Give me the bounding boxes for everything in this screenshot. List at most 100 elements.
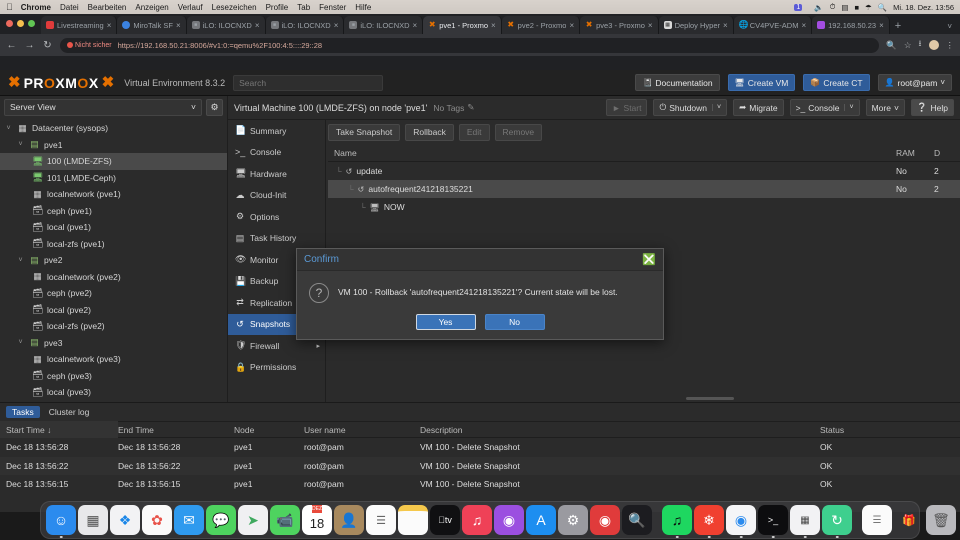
contacts-icon[interactable]: 👤 bbox=[334, 505, 364, 535]
tab-close-icon[interactable]: × bbox=[413, 21, 418, 30]
system-settings-icon[interactable]: ⚙ bbox=[558, 505, 588, 535]
snapshot-row-autofrequent[interactable]: └ ↺ autofrequent241218135221 No 2 bbox=[328, 180, 960, 198]
browser-tab-active[interactable]: ✖ pve1 - Proxmo × bbox=[423, 16, 502, 34]
tab-close-icon[interactable]: × bbox=[176, 21, 181, 30]
create-vm-button[interactable]: 🖥 Create VM bbox=[727, 74, 796, 91]
remove-button[interactable]: Remove bbox=[494, 123, 543, 141]
proxmox-logo[interactable]: ✖ PROXMOX ✖ bbox=[8, 75, 114, 91]
maximize-window-button[interactable] bbox=[28, 19, 35, 27]
tree-item-vm-100[interactable]: 🖥 100 (LMDE-ZFS) bbox=[0, 153, 227, 170]
reminders-icon[interactable]: ☰ bbox=[366, 505, 396, 535]
menubar-item-chrome[interactable]: Chrome bbox=[21, 3, 51, 12]
browser-tab[interactable]: Livestreaming × bbox=[41, 16, 118, 34]
column-header-node[interactable]: Node bbox=[234, 425, 304, 435]
chevron-down-icon[interactable]: ˅ bbox=[844, 104, 854, 111]
menubar-item-datei[interactable]: Datei bbox=[60, 3, 79, 12]
tree-item-local-pve3[interactable]: 🗃 local (pve3) bbox=[0, 384, 227, 401]
keychain-icon[interactable]: ◉ bbox=[590, 505, 620, 535]
vm-menu-item-task-history[interactable]: ▤ Task History bbox=[228, 228, 325, 250]
vm-menu-item-permissions[interactable]: 🔒 Permissions bbox=[228, 357, 325, 379]
vm-menu-item-options[interactable]: ⚙ Options bbox=[228, 206, 325, 228]
tree-item-pve2[interactable]: ˅ ▤ pve2 bbox=[0, 252, 227, 269]
safari-icon[interactable]: ❖ bbox=[110, 505, 140, 535]
column-header-start-time[interactable]: Start Time ↓ bbox=[0, 421, 118, 438]
tab-close-icon[interactable]: × bbox=[334, 21, 339, 30]
task-row[interactable]: Dec 18 13:56:22 Dec 18 13:56:22 pve1 roo… bbox=[0, 456, 960, 475]
tree-item-local-pve1[interactable]: 🗃 local (pve1) bbox=[0, 219, 227, 236]
back-button[interactable]: ← bbox=[6, 40, 17, 51]
photos-icon[interactable]: ✿ bbox=[142, 505, 172, 535]
wifi-icon[interactable]: ☂ bbox=[865, 3, 872, 12]
menubar-item-anzeigen[interactable]: Anzeigen bbox=[135, 3, 168, 12]
stack-icon[interactable]: 🎁 bbox=[894, 505, 924, 535]
profile-avatar[interactable] bbox=[928, 40, 939, 50]
tab-close-icon[interactable]: × bbox=[723, 21, 728, 30]
launchpad-icon[interactable]: ▦ bbox=[78, 505, 108, 535]
calculator-icon[interactable]: ▦ bbox=[790, 505, 820, 538]
tab-close-icon[interactable]: × bbox=[107, 21, 112, 30]
tab-close-icon[interactable]: × bbox=[569, 21, 574, 30]
security-badge[interactable]: Nicht sicher bbox=[67, 42, 112, 49]
close-icon[interactable]: ❎ bbox=[642, 253, 656, 266]
column-header-name[interactable]: Name bbox=[328, 148, 896, 158]
screen-mirroring-icon[interactable]: 1 bbox=[794, 3, 803, 11]
tree-item-local-zfs-pve2[interactable]: 🗃 local-zfs (pve2) bbox=[0, 318, 227, 335]
browser-tab[interactable]: ✖ pve3 - Proxmo × bbox=[580, 16, 659, 34]
vlc-icon[interactable]: ❄ bbox=[694, 505, 724, 538]
terminal-icon[interactable]: >_ bbox=[758, 505, 788, 538]
create-ct-button[interactable]: 📦 Create CT bbox=[803, 74, 870, 91]
trash-icon[interactable]: 🗑 bbox=[926, 505, 956, 535]
messages-icon[interactable]: 💬 bbox=[206, 505, 236, 535]
maps-icon[interactable]: ➤ bbox=[238, 505, 268, 535]
facetime-icon[interactable]: 📹 bbox=[270, 505, 300, 535]
horizontal-scrollbar[interactable] bbox=[686, 397, 734, 400]
tree-item-ceph-pve1[interactable]: 🗃 ceph (pve1) bbox=[0, 203, 227, 220]
column-header-status[interactable]: Status bbox=[820, 425, 960, 435]
task-row[interactable]: Dec 18 13:56:28 Dec 18 13:56:28 pve1 roo… bbox=[0, 438, 960, 457]
tab-close-icon[interactable]: × bbox=[879, 21, 884, 30]
menubar-item-tab[interactable]: Tab bbox=[297, 3, 310, 12]
close-window-button[interactable] bbox=[6, 19, 13, 27]
twisty-icon[interactable]: ˅ bbox=[16, 141, 25, 148]
spotlight-icon[interactable]: 🔍 bbox=[622, 505, 652, 535]
help-button[interactable]: ❔ Help bbox=[910, 99, 954, 116]
browser-tab[interactable]: ■ iLO: ILOCNXD × bbox=[265, 16, 345, 34]
snapshot-row-update[interactable]: └ ↺ update No 2 bbox=[328, 162, 960, 180]
music-icon[interactable]: ♫ bbox=[462, 505, 492, 535]
menubar-item-lesezeichen[interactable]: Lesezeichen bbox=[212, 3, 257, 12]
battery-icon[interactable]: ■ bbox=[855, 3, 860, 12]
menubar-item-profile[interactable]: Profile bbox=[266, 3, 289, 12]
tree-item-pve3[interactable]: ˅ ▤ pve3 bbox=[0, 335, 227, 352]
reload-button[interactable]: ↻ bbox=[42, 40, 53, 51]
tab-close-icon[interactable]: × bbox=[255, 21, 260, 30]
menubar-item-hilfe[interactable]: Hilfe bbox=[355, 3, 371, 12]
column-header-description[interactable]: Description bbox=[420, 425, 820, 435]
shutdown-button[interactable]: ⏻ Shutdown ˅ bbox=[653, 99, 728, 116]
tab-close-icon[interactable]: × bbox=[801, 21, 806, 30]
migrate-button[interactable]: ➦ Migrate bbox=[733, 99, 784, 116]
start-button[interactable]: ► Start bbox=[606, 99, 648, 116]
browser-tab[interactable]: ■ iLO: ILOCNXD × bbox=[186, 16, 266, 34]
notes-icon[interactable] bbox=[398, 505, 428, 535]
new-tab-button[interactable]: + bbox=[890, 20, 906, 34]
document-icon[interactable]: ☰ bbox=[862, 505, 892, 535]
spotlight-search-icon[interactable]: 🔍 bbox=[878, 3, 887, 12]
tree-item-ceph-pve2[interactable]: 🗃 ceph (pve2) bbox=[0, 285, 227, 302]
tv-icon[interactable]: tv bbox=[430, 505, 460, 535]
bookmark-star-icon[interactable]: ☆ bbox=[904, 40, 912, 51]
server-view-select[interactable]: Server View ˅ bbox=[4, 98, 202, 116]
tab-cluster-log[interactable]: Cluster log bbox=[43, 406, 96, 418]
menubar-item-bearbeiten[interactable]: Bearbeiten bbox=[88, 3, 127, 12]
twisty-icon[interactable]: ˅ bbox=[16, 257, 25, 264]
calendar-icon[interactable]: DEZ 18 bbox=[302, 505, 332, 535]
podcasts-icon[interactable]: ◉ bbox=[494, 505, 524, 535]
menubar-clock[interactable]: Mi. 18. Dez. 13:56 bbox=[893, 3, 954, 12]
tree-item-ceph-pve3[interactable]: 🗃 ceph (pve3) bbox=[0, 368, 227, 385]
yes-button[interactable]: Yes bbox=[415, 314, 476, 330]
vm-menu-item-console[interactable]: >_ Console bbox=[228, 142, 325, 164]
address-bar[interactable]: Nicht sicher https://192.168.50.21:8006/… bbox=[60, 37, 880, 53]
rollback-button[interactable]: Rollback bbox=[405, 123, 454, 141]
search-input[interactable]: Search bbox=[233, 74, 384, 91]
tree-item-localnetwork-pve1[interactable]: ▦ localnetwork (pve1) bbox=[0, 186, 227, 203]
tree-item-localnetwork-pve2[interactable]: ▦ localnetwork (pve2) bbox=[0, 269, 227, 286]
